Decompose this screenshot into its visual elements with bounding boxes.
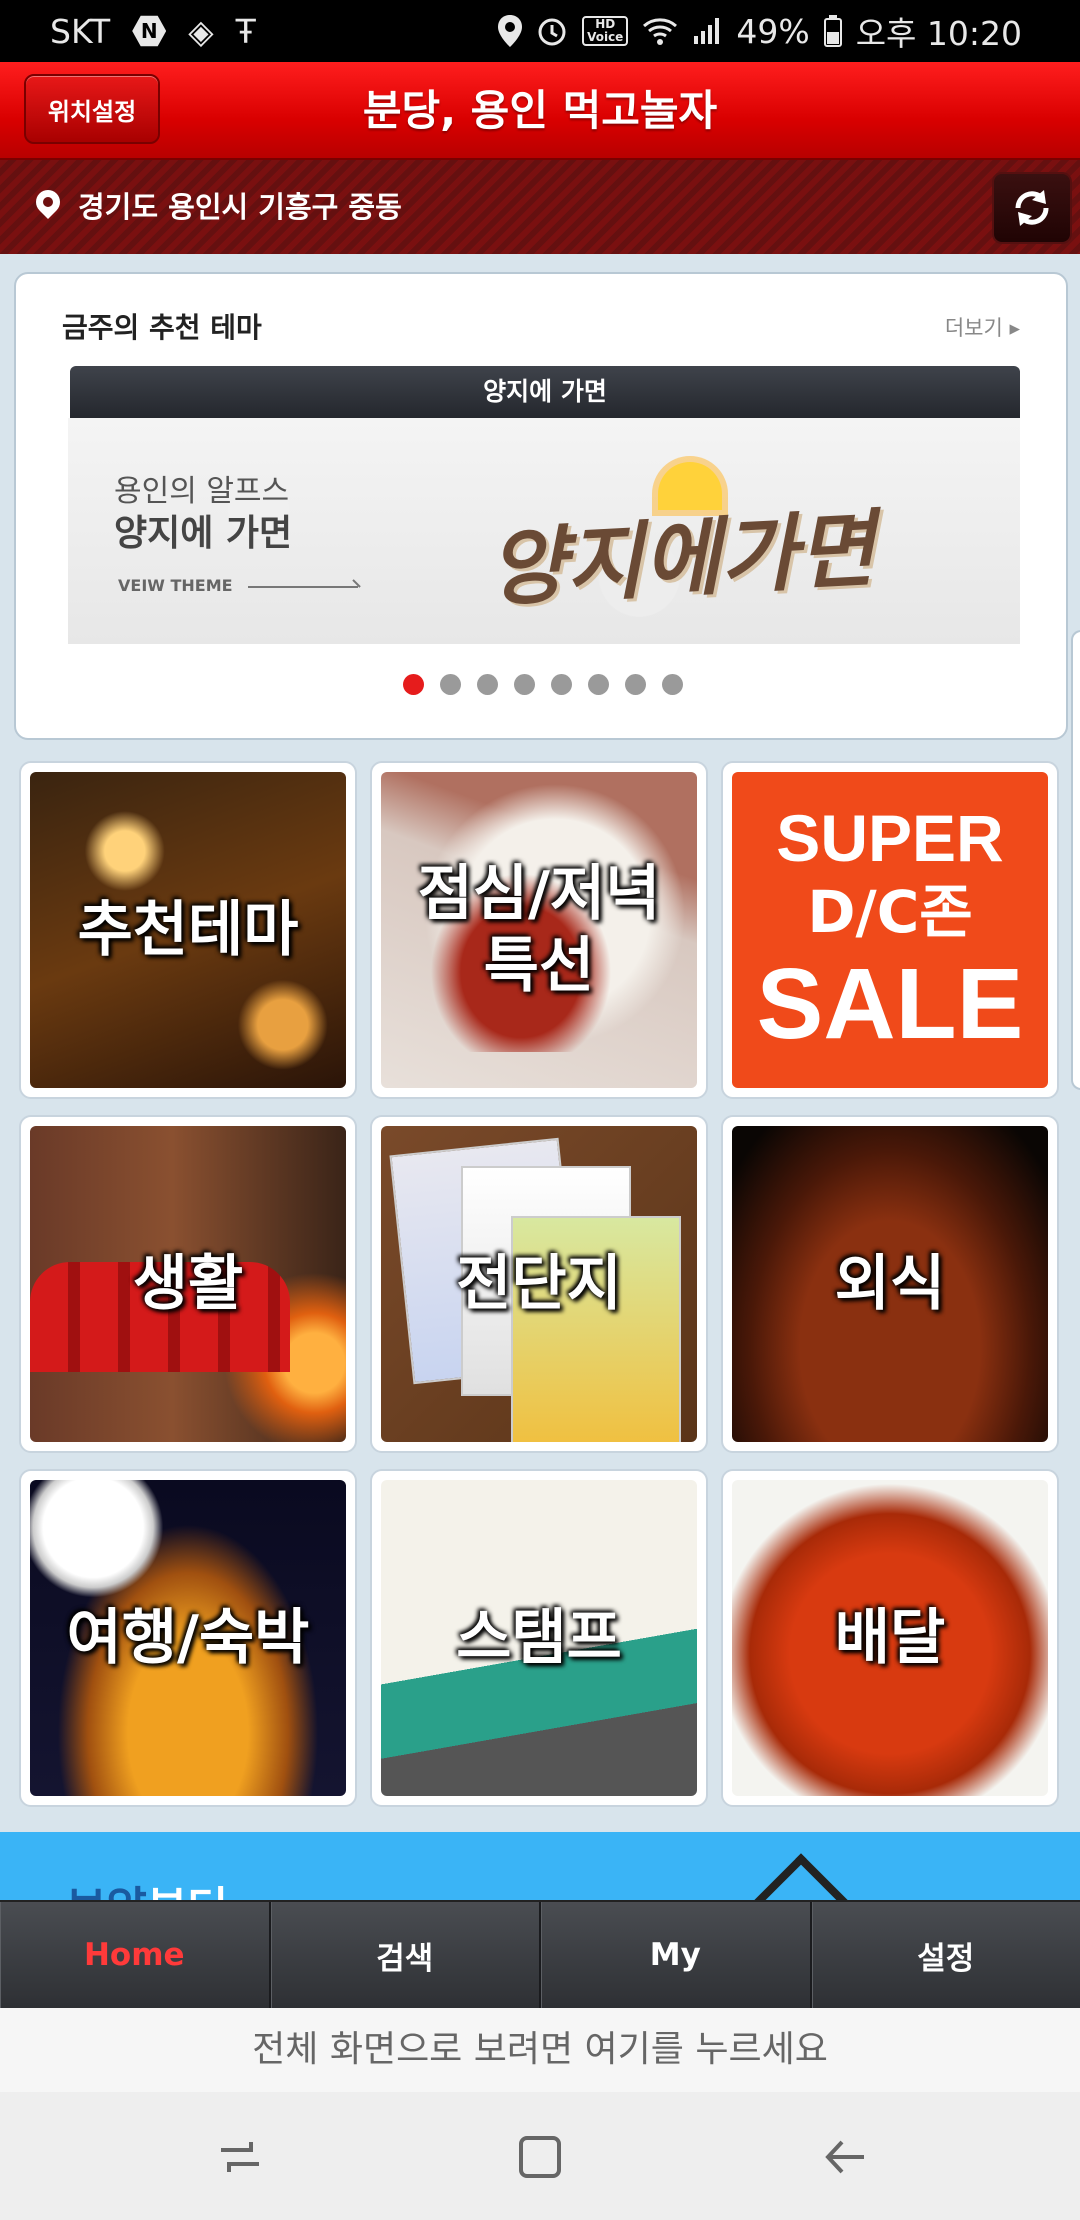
- tab-search[interactable]: 검색: [271, 1902, 541, 2008]
- naver-app-icon: N: [132, 15, 167, 47]
- tab-home[interactable]: Home: [0, 1902, 271, 2008]
- banner-title: 양지에 가면: [70, 366, 1020, 418]
- tile-image: 여행/숙박: [30, 1480, 346, 1796]
- recent-apps-button[interactable]: [205, 2122, 275, 2192]
- tile-image: SUPER D/C존 SALE: [732, 772, 1048, 1088]
- tile-image: 외식: [732, 1126, 1048, 1442]
- section-title: 금주의 추천 테마: [62, 311, 262, 344]
- tile-image: 추천테마: [30, 772, 346, 1088]
- refresh-icon: [1015, 190, 1049, 226]
- sale-line-super: SUPER: [776, 801, 1004, 875]
- tile-delivery[interactable]: 배달: [721, 1469, 1059, 1807]
- tile-label: 배달: [834, 1603, 946, 1673]
- carousel-dot[interactable]: [625, 674, 646, 695]
- tile-travel-lodging[interactable]: 여행/숙박: [19, 1469, 357, 1807]
- sale-line-sale: SALE: [756, 948, 1024, 1060]
- tile-recommended-theme[interactable]: 추천테마: [19, 761, 357, 1099]
- tile-image: 생활: [30, 1126, 346, 1442]
- carousel-dot[interactable]: [403, 674, 424, 695]
- tile-image: 스탬프: [381, 1480, 697, 1796]
- tile-label: 점심/저녁 특선: [417, 859, 661, 1001]
- banner-headline: 양지에 가면: [114, 513, 293, 554]
- theme-banner-image[interactable]: 용인의 알프스 양지에 가면 VEIW THEME 양지에가면: [68, 418, 1020, 644]
- battery-icon: [823, 15, 842, 47]
- back-arrow-icon: [825, 2140, 864, 2174]
- tile-image: 전단지: [381, 1126, 697, 1442]
- home-button[interactable]: [505, 2122, 575, 2192]
- carousel-dot[interactable]: [514, 674, 535, 695]
- status-bar: SKT N ◈ Ŧ HD Voice 49% 오후 10:20: [0, 0, 1080, 62]
- tile-label: 외식: [834, 1249, 946, 1319]
- bottom-tab-bar: Home 검색 My 설정: [0, 1900, 1080, 2008]
- tile-dining-out[interactable]: 외식: [721, 1115, 1059, 1453]
- location-settings-button[interactable]: 위치설정: [24, 74, 160, 144]
- tile-label: 스탬프: [456, 1603, 622, 1673]
- carousel-dot[interactable]: [551, 674, 572, 695]
- hd-voice-icon: HD Voice: [582, 16, 629, 46]
- home-square-icon: [519, 2136, 561, 2178]
- carrier-label: SKT: [50, 11, 111, 51]
- refresh-location-button[interactable]: [992, 172, 1072, 244]
- carousel-dot[interactable]: [440, 674, 461, 695]
- app-header: 위치설정 분당, 용인 먹고놀자: [0, 62, 1080, 160]
- tab-my[interactable]: My: [541, 1902, 812, 2008]
- clock: 오후 10:20: [855, 14, 1022, 53]
- carousel-indicator: [16, 674, 1070, 695]
- recent-apps-icon: [221, 2142, 259, 2172]
- location-bar: 경기도 용인시 기흥구 중동: [0, 160, 1080, 254]
- tile-label: 여행/숙박: [66, 1603, 310, 1673]
- tile-label: 추천테마: [77, 895, 299, 965]
- tile-label: 전단지: [456, 1249, 622, 1319]
- tile-super-dc-sale[interactable]: SUPER D/C존 SALE: [721, 761, 1059, 1099]
- alarm-icon: [538, 18, 566, 46]
- tile-label: 생활: [132, 1249, 244, 1319]
- tile-living[interactable]: 생활: [19, 1115, 357, 1453]
- current-address: 경기도 용인시 기흥구 중동: [78, 190, 402, 224]
- more-link[interactable]: 더보기 ▸: [945, 312, 1020, 342]
- signal-icon: [694, 18, 720, 44]
- back-button[interactable]: [810, 2122, 880, 2192]
- map-pin-icon: [31, 185, 65, 219]
- banner-logo-text: 양지에가면: [485, 498, 878, 619]
- system-navigation-bar: [0, 2092, 1080, 2220]
- location-icon: [498, 15, 523, 47]
- tile-image: 배달: [732, 1480, 1048, 1796]
- side-drawer-handle[interactable]: [1071, 630, 1080, 1090]
- banner-view-label: VEIW THEME: [118, 576, 233, 595]
- arrow-right-icon: [248, 586, 358, 588]
- tile-stamp[interactable]: 스탬프: [370, 1469, 708, 1807]
- notification-icon: ◈: [188, 11, 214, 51]
- tile-flyers[interactable]: 전단지: [370, 1115, 708, 1453]
- carousel-dot[interactable]: [477, 674, 498, 695]
- tmap-icon: Ŧ: [235, 11, 256, 51]
- tab-settings[interactable]: 설정: [812, 1902, 1080, 2008]
- fullscreen-prompt[interactable]: 전체 화면으로 보려면 여기를 누르세요: [0, 2008, 1080, 2092]
- weekly-theme-card: 금주의 추천 테마 더보기 ▸ 양지에 가면 용인의 알프스 양지에 가면 VE…: [14, 272, 1068, 740]
- carousel-dot[interactable]: [662, 674, 683, 695]
- app-title: 분당, 용인 먹고놀자: [362, 86, 718, 135]
- carousel-dot[interactable]: [588, 674, 609, 695]
- sale-line-dc: D/C존: [807, 878, 973, 946]
- battery-percent: 49%: [736, 11, 810, 51]
- tile-lunch-dinner-special[interactable]: 점심/저녁 특선: [370, 761, 708, 1099]
- tile-image: 점심/저녁 특선: [381, 772, 697, 1088]
- wifi-icon: [643, 18, 678, 45]
